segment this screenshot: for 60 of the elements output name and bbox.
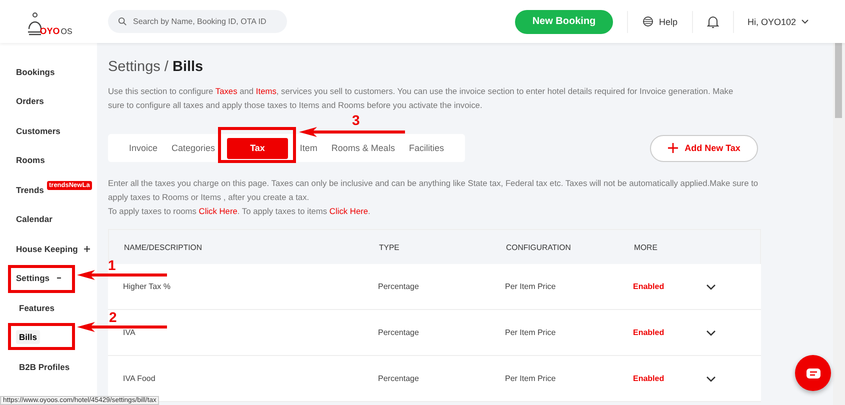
- plus-icon: [668, 143, 678, 153]
- status-cell-text: Enabled: [633, 374, 666, 383]
- sidebar-item[interactable]: Features: [16, 300, 58, 315]
- chat-button[interactable]: [795, 355, 831, 391]
- tab[interactable]: Facilities: [402, 142, 451, 154]
- table-cell-text: Per Item Price: [505, 374, 557, 383]
- tab[interactable]: Item: [292, 142, 324, 154]
- chat-icon: [806, 368, 820, 378]
- tab[interactable]: Invoice: [122, 142, 165, 154]
- table-cell-text: IVA Food: [123, 374, 156, 383]
- table-cell-text: IVA: [123, 328, 136, 337]
- click-here-link[interactable]: Click Here: [198, 206, 238, 216]
- minus-icon[interactable]: [56, 275, 62, 282]
- table-cell-text: Per Item Price: [505, 282, 557, 291]
- highlight-frame: [8, 323, 75, 350]
- tab[interactable]: Categories: [164, 142, 222, 154]
- intro-text: Use this section to configure Taxes and Items, services you sell to customers. You can use the invoice section to enter hotel details required for Invoice generation. Make sure to configure all taxes and apply those taxes to Items and Rooms before you activate the invoice.: [108, 85, 734, 112]
- help-icon: [642, 16, 654, 27]
- expand-row-button[interactable]: [706, 284, 716, 290]
- step-number: 1: [108, 257, 116, 273]
- scrollbar[interactable]: [833, 43, 845, 405]
- sidebar-item[interactable]: B2B Profiles: [16, 360, 73, 374]
- table-cell-text: Percentage: [378, 282, 420, 291]
- sidebar-item[interactable]: Customers: [13, 124, 64, 138]
- logo-suffix: OS: [60, 26, 72, 36]
- table-cell-text: Percentage: [378, 328, 420, 337]
- tab[interactable]: Tax: [227, 138, 288, 158]
- sidebar-item[interactable]: Trends: [13, 182, 47, 197]
- sidebar-item[interactable]: Orders: [13, 94, 47, 108]
- page-title: Settings / Bills: [108, 59, 204, 75]
- sidebar-item[interactable]: Rooms: [13, 153, 48, 168]
- search-field[interactable]: Search by Name, Booking ID, OTA ID: [108, 10, 287, 33]
- search-icon: [118, 17, 127, 26]
- table-cell-text: Per Item Price: [505, 328, 557, 337]
- logo-brand: OYO: [40, 26, 60, 36]
- table-cell-text: Percentage: [378, 374, 420, 383]
- status-cell-text: Enabled: [633, 282, 666, 291]
- sidebar-item[interactable]: House Keeping: [13, 242, 93, 256]
- expand-row-button[interactable]: [706, 376, 716, 382]
- bell-logo-icon: [28, 12, 42, 36]
- sidebar-item[interactable]: Bookings: [13, 64, 58, 79]
- highlight-frame: [8, 265, 75, 293]
- click-here-link[interactable]: Click Here: [329, 206, 368, 216]
- sidebar-item[interactable]: Settings: [13, 271, 65, 286]
- step-number: 3: [352, 112, 360, 128]
- step-number: 2: [109, 309, 117, 325]
- add-new-tax-button[interactable]: Add New Tax: [650, 134, 758, 162]
- sidebar-item[interactable]: Bills: [16, 330, 40, 344]
- tab[interactable]: Rooms & Meals: [324, 142, 402, 154]
- status-cell-text: Enabled: [633, 328, 666, 337]
- expand-row-button[interactable]: [706, 330, 716, 336]
- chevron-down-icon: [801, 19, 810, 24]
- instruction-text: Enter all the taxes you charge on this page. Taxes can only be inclusive and can be anything like State tax, Federal tax etc. Taxes will not be automatically applied.Make sure to apply taxes to Rooms or Items , after you create a tax.: [108, 177, 760, 204]
- user-menu[interactable]: Hi, OYO102: [748, 16, 810, 26]
- table-cell-text: Higher Tax %: [123, 282, 172, 291]
- help-link[interactable]: Help: [642, 16, 678, 27]
- sidebar-item[interactable]: Calendar: [13, 212, 56, 226]
- notification-bell-icon[interactable]: [706, 14, 719, 28]
- plus-icon[interactable]: [84, 246, 90, 252]
- apply-taxes-text: To apply taxes to rooms Click Here. To apply taxes to items Click Here.: [108, 205, 372, 218]
